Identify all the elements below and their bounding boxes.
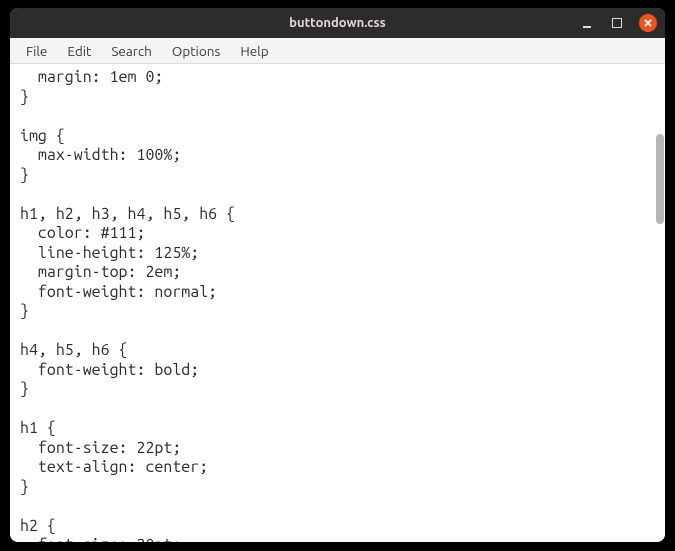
titlebar[interactable]: buttondown.css bbox=[10, 8, 665, 38]
window-title: buttondown.css bbox=[289, 16, 386, 30]
window-controls bbox=[579, 8, 657, 38]
menu-search[interactable]: Search bbox=[101, 40, 162, 62]
editor-window: buttondown.css File Edit Search Options … bbox=[10, 8, 665, 542]
scrollbar-thumb[interactable] bbox=[656, 134, 664, 224]
minimize-button[interactable] bbox=[579, 15, 595, 31]
close-button[interactable] bbox=[639, 14, 657, 32]
menu-file[interactable]: File bbox=[16, 40, 57, 62]
editor-area: margin: 1em 0; } img { max-width: 100%; … bbox=[10, 64, 665, 542]
maximize-button[interactable] bbox=[609, 15, 625, 31]
scrollbar-track[interactable] bbox=[654, 64, 664, 542]
menubar: File Edit Search Options Help bbox=[10, 38, 665, 64]
close-icon bbox=[643, 18, 653, 28]
code-editor[interactable]: margin: 1em 0; } img { max-width: 100%; … bbox=[10, 64, 665, 542]
menu-options[interactable]: Options bbox=[162, 40, 230, 62]
menu-edit[interactable]: Edit bbox=[57, 40, 101, 62]
menu-help[interactable]: Help bbox=[230, 40, 278, 62]
